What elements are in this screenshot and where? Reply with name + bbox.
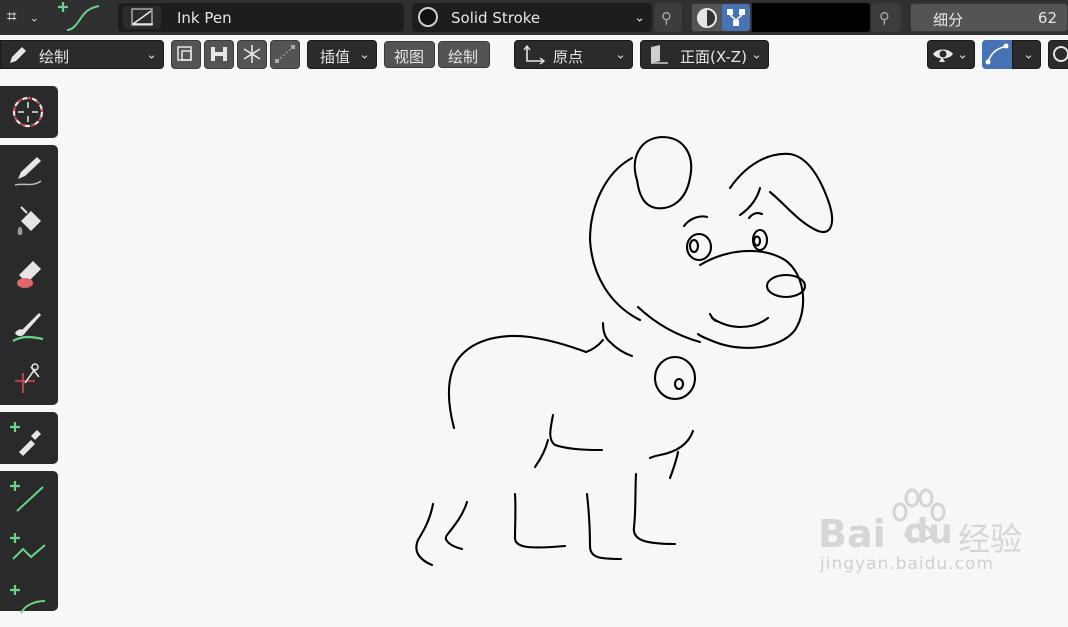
eye-icon [933,49,953,62]
cutter-tool[interactable] [0,353,58,405]
watermark-url: jingyan.baidu.com [820,554,994,574]
watermark-brand2: du [904,512,953,552]
chevron-down-icon: ⌄ [634,10,645,25]
scissors-icon [15,363,40,393]
erase-tool[interactable] [0,249,58,301]
chevron-down-icon: ⌄ [1023,47,1034,62]
chevron-down-icon: ⌄ [615,47,626,62]
watermark-brand: Bai [818,512,886,556]
line-tool[interactable] [0,471,58,523]
tool-group-cursor [0,86,58,138]
vertex-color-icon[interactable] [722,4,750,31]
arc-tool[interactable] [0,575,58,627]
baidu-watermark: Bai du 经验 jingyan.baidu.com [818,486,1058,576]
subdivision-field[interactable]: 细分 62 [910,3,1068,32]
draw-menu[interactable]: 绘制 [438,41,490,68]
cursor-tool[interactable] [0,86,58,138]
guides-button[interactable] [270,40,300,69]
chevron-down-icon: ⌄ [146,47,157,62]
pencil-icon [14,157,42,186]
visibility-menu[interactable]: ⌄ [927,40,975,69]
color-mode-group [691,3,751,32]
plane-icon [651,45,668,64]
multiframe-icon [177,46,192,61]
multiframe-button[interactable] [171,40,201,69]
tool-group-primitives [0,471,58,614]
overlay-icon [985,43,1009,65]
guide-icon [275,45,295,63]
color-pin-button[interactable]: ⚲ [871,3,901,32]
origin-label: 原点 [553,48,584,66]
brush-tint-icon [12,313,44,342]
origin-selector[interactable]: 原点 ⌄ [514,40,633,69]
view-menu[interactable]: 视图 [384,41,435,68]
color-swatch[interactable] [752,3,870,32]
crosshair-icon [12,96,44,128]
tool-settings-header: ⌗ ⌄ Ink Pen Solid Stroke ⌄ ⚲ ⚲ 细分 62 [0,0,1068,35]
material-sphere-icon [418,7,438,27]
plane-label: 正面(X-Z) [680,48,747,66]
chevron-down-icon: ⌄ [359,47,370,62]
draw-tool[interactable] [0,145,58,197]
tool-group-eyedropper [0,412,58,464]
editor-type-selector[interactable]: ⌗ ⌄ [2,5,46,30]
material-mode-icon[interactable] [697,8,717,28]
origin-icon [523,44,546,65]
viewport-header: 绘制 ⌄ 插值 ⌄ 视图 绘制 原点 ⌄ 正面(X-Z) ⌄ ⌄ ⌄ [0,35,1068,73]
tool-group-draw [0,145,58,405]
paint-bucket-icon [17,206,41,235]
tint-tool[interactable] [0,301,58,353]
view-menu-label: 视图 [394,48,425,66]
brush-preview-icon [123,6,161,29]
subdivision-value: 62 [1037,9,1057,27]
overlay-toggle[interactable] [982,40,1012,69]
fill-tool[interactable] [0,197,58,249]
eyedropper-icon [10,422,41,456]
snap-button[interactable] [237,40,267,69]
subdivision-label: 细分 [933,11,964,29]
dog-drawing [415,135,834,567]
pencil-icon [10,47,26,63]
shading-icon [1053,46,1068,62]
chevron-down-icon: ⌄ [751,47,762,62]
interpolate-menu[interactable]: 插值 ⌄ [307,40,377,69]
plane-selector[interactable]: 正面(X-Z) ⌄ [640,40,769,69]
weight-icon [211,47,227,61]
brush-selector[interactable]: Ink Pen [118,3,404,32]
chevron-down-icon: ⌄ [29,11,39,24]
active-tool-icon[interactable] [55,0,105,35]
overlay-menu[interactable]: ⌄ [1012,40,1041,69]
shading-button[interactable] [1048,40,1068,69]
polyline-icon [10,533,46,560]
interpolate-label: 插值 [320,48,351,66]
brush-name: Ink Pen [177,9,232,27]
draw-menu-label: 绘制 [448,48,479,66]
draw-stroke-icon [58,2,100,31]
grease-pencil-icon: ⌗ [7,7,17,27]
snowflake-icon [243,45,261,63]
pin-icon: ⚲ [661,8,672,27]
line-icon [10,481,44,512]
mode-selector[interactable]: 绘制 ⌄ [0,40,164,69]
pin-icon: ⚲ [879,8,890,27]
arc-icon [10,585,46,614]
material-pin-button[interactable]: ⚲ [654,3,682,32]
polyline-tool[interactable] [0,523,58,575]
material-name: Solid Stroke [451,9,541,27]
eraser-icon [17,261,41,288]
eyedropper-tool[interactable] [0,412,58,464]
mode-label: 绘制 [39,48,70,66]
chevron-down-icon: ⌄ [957,47,968,62]
autokey-button[interactable] [204,40,234,69]
material-selector[interactable]: Solid Stroke ⌄ [412,3,652,32]
